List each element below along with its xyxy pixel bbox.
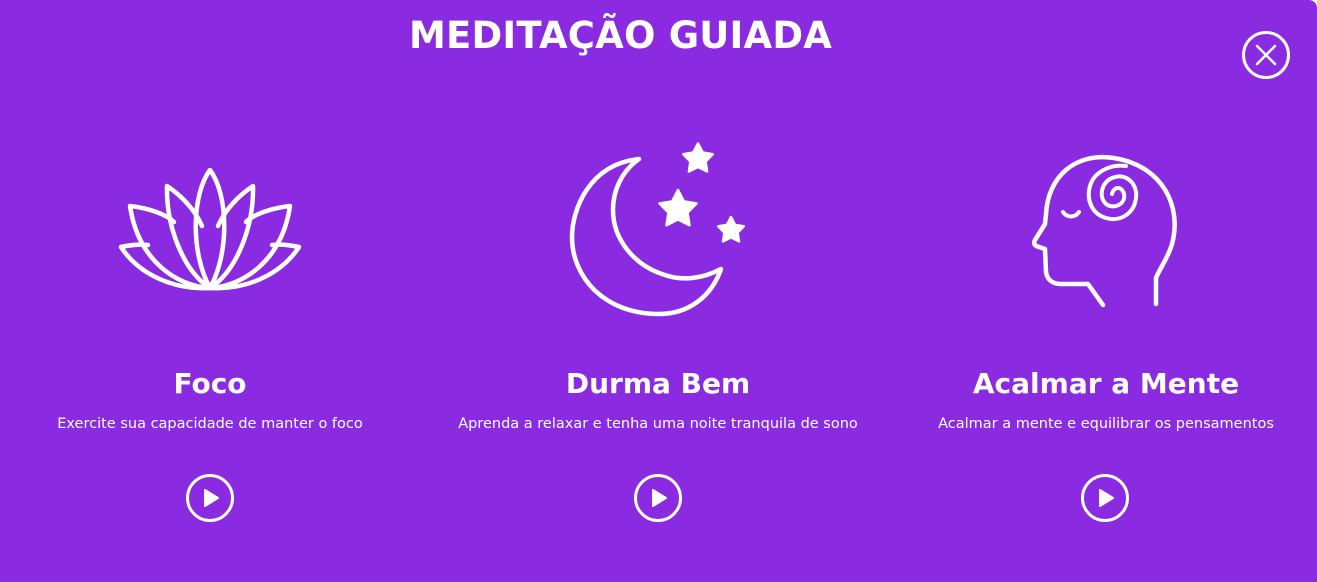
- play-icon: [634, 474, 682, 522]
- card-title: Durma Bem: [565, 367, 751, 400]
- meditation-card-foco: Foco Exercite sua capacidade de manter o…: [0, 0, 420, 582]
- play-icon: [186, 474, 234, 522]
- meditation-card-acalmar-a-mente: Acalmar a Mente Acalmar a mente e equili…: [896, 0, 1316, 582]
- meditation-card-durma-bem: Durma Bem Aprenda a relaxar e tenha uma …: [448, 0, 868, 582]
- card-title: Acalmar a Mente: [972, 367, 1240, 400]
- play-button-foco[interactable]: [186, 474, 234, 522]
- play-icon: [1081, 474, 1129, 522]
- card-title: Foco: [173, 367, 247, 400]
- lotus-icon: [118, 168, 302, 291]
- head-spiral-icon: [1032, 154, 1177, 308]
- play-button-acalmar-a-mente[interactable]: [1081, 474, 1129, 522]
- card-description: Aprenda a relaxar e tenha uma noite tran…: [458, 416, 858, 432]
- moon-stars-icon: [569, 142, 746, 317]
- card-description: Acalmar a mente e equilibrar os pensamen…: [938, 416, 1274, 432]
- guided-meditation-panel: MEDITAÇÃO GUIADA Foco Exercite sua capac…: [0, 0, 1317, 582]
- card-description: Exercite sua capacidade de manter o foco: [57, 416, 363, 432]
- play-button-durma-bem[interactable]: [634, 474, 682, 522]
